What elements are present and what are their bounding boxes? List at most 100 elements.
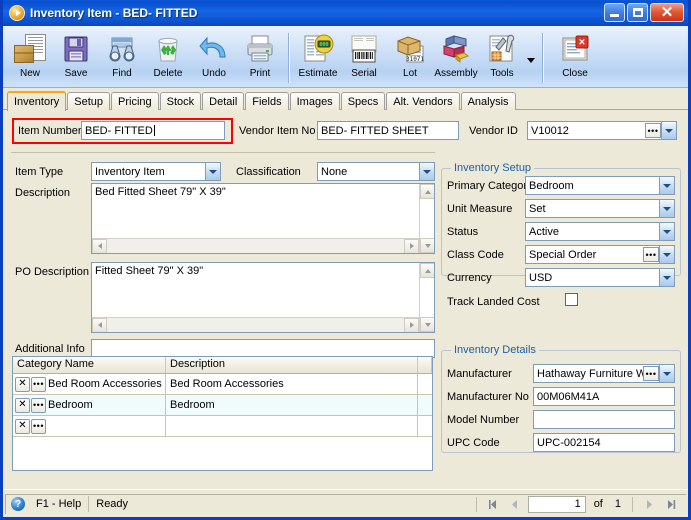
vendor-item-no-input[interactable]: BED- FITTED SHEET: [317, 121, 459, 140]
manufacturer-lookup-button[interactable]: •••: [643, 366, 659, 381]
po-description-vertical-scrollbar[interactable]: [419, 263, 434, 332]
currency-chevron-down-icon[interactable]: [659, 269, 674, 286]
toolbar-button-print[interactable]: Print: [237, 30, 283, 86]
description-memo[interactable]: Bed Fitted Sheet 79" X 39": [91, 183, 435, 254]
class-code-chevron-down-icon[interactable]: [659, 246, 674, 263]
table-row[interactable]: ✕ ••• Bedroom Bedroom: [13, 395, 432, 416]
description-vertical-scrollbar[interactable]: [419, 184, 434, 253]
row-category-name: Bed Room Accessories: [48, 378, 162, 390]
po-description-memo[interactable]: Fitted Sheet 79" X 39": [91, 262, 435, 333]
status-chevron-down-icon[interactable]: [659, 223, 674, 240]
tab-setup[interactable]: Setup: [67, 92, 110, 110]
tab-specs[interactable]: Specs: [340, 92, 386, 110]
tab-alt-vendors[interactable]: Alt. Vendors: [386, 92, 460, 110]
delete-row-icon[interactable]: ✕: [15, 418, 30, 434]
upc-code-input[interactable]: UPC-002154: [533, 433, 675, 452]
tabstrip: Inventory Setup Pricing Stock Detail Fie…: [7, 90, 688, 111]
class-code-lookup-button[interactable]: •••: [643, 247, 659, 262]
class-code-combo[interactable]: Special Order •••: [525, 245, 675, 264]
minimize-button[interactable]: [604, 3, 625, 22]
maximize-button[interactable]: [627, 3, 648, 22]
scroll-right-icon[interactable]: [404, 317, 419, 332]
scroll-right-icon[interactable]: [404, 238, 419, 253]
toolbar-button-close[interactable]: × Close: [549, 30, 601, 86]
row-category-cell[interactable]: ✕ ••• Bed Room Accessories: [13, 374, 166, 394]
item-type-chevron-down-icon[interactable]: [205, 163, 220, 180]
toolbar-button-save[interactable]: Save: [53, 30, 99, 86]
po-description-horizontal-scrollbar[interactable]: [92, 317, 419, 332]
toolbar-label-save: Save: [64, 68, 88, 79]
vendor-item-no-label: Vendor Item No: [239, 125, 316, 137]
first-page-icon[interactable]: [484, 496, 502, 512]
currency-combo[interactable]: USD: [525, 268, 675, 287]
previous-page-icon[interactable]: [506, 496, 524, 512]
toolbar-button-lot[interactable]: 31071 Lot: [387, 30, 433, 86]
toolbar-button-find[interactable]: Find: [99, 30, 145, 86]
toolbar-button-serial[interactable]: Serial: [341, 30, 387, 86]
scroll-up-icon[interactable]: [420, 263, 434, 278]
row-description-cell[interactable]: [166, 416, 418, 436]
track-landed-cost-label: Track Landed Cost: [447, 296, 540, 308]
next-page-icon[interactable]: [640, 496, 658, 512]
table-row[interactable]: ✕ ••• Bed Room Accessories Bed Room Acce…: [13, 374, 432, 395]
tab-stock[interactable]: Stock: [159, 92, 202, 110]
delete-row-icon[interactable]: ✕: [15, 397, 30, 413]
column-header-description[interactable]: Description: [166, 357, 418, 373]
scroll-up-icon[interactable]: [420, 184, 434, 199]
delete-row-icon[interactable]: ✕: [15, 376, 30, 392]
row-description-cell[interactable]: Bedroom: [166, 395, 418, 415]
table-row[interactable]: ✕ •••: [13, 416, 432, 437]
vendor-id-combo[interactable]: V10012 •••: [527, 121, 677, 140]
tab-pricing[interactable]: Pricing: [111, 92, 159, 110]
item-type-combo[interactable]: Inventory Item: [91, 162, 221, 181]
manufacturer-combo[interactable]: Hathaway Furniture W •••: [533, 364, 675, 383]
item-number-input[interactable]: BED- FITTED: [81, 121, 225, 140]
category-grid-header: Category Name Description: [13, 357, 432, 374]
classification-chevron-down-icon[interactable]: [419, 163, 434, 180]
scroll-left-icon[interactable]: [92, 238, 107, 253]
help-circle-icon[interactable]: ?: [11, 497, 25, 511]
scroll-down-icon[interactable]: [420, 317, 434, 332]
row-category-cell[interactable]: ✕ •••: [13, 416, 166, 436]
tab-inventory[interactable]: Inventory: [7, 91, 67, 111]
row-description-cell[interactable]: Bed Room Accessories: [166, 374, 418, 394]
column-header-category-name[interactable]: Category Name: [13, 357, 166, 373]
current-page-input[interactable]: 1: [527, 495, 586, 513]
item-type-label: Item Type: [15, 166, 64, 178]
primary-category-chevron-down-icon[interactable]: [659, 177, 674, 194]
lookup-row-icon[interactable]: •••: [31, 418, 46, 434]
toolbar-button-assembly[interactable]: Assembly: [433, 30, 479, 86]
tab-fields[interactable]: Fields: [245, 92, 289, 110]
vendor-id-lookup-button[interactable]: •••: [645, 123, 661, 138]
classification-combo[interactable]: None: [317, 162, 435, 181]
tab-analysis[interactable]: Analysis: [460, 92, 516, 110]
manufacturer-chevron-down-icon[interactable]: [659, 365, 674, 382]
track-landed-cost-checkbox[interactable]: [565, 293, 578, 306]
manufacturer-no-label: Manufacturer No: [447, 391, 529, 403]
tab-detail[interactable]: Detail: [202, 92, 245, 110]
vendor-id-chevron-down-icon[interactable]: [661, 122, 676, 139]
unit-measure-combo[interactable]: Set: [525, 199, 675, 218]
unit-measure-chevron-down-icon[interactable]: [659, 200, 674, 217]
primary-category-combo[interactable]: Bedroom: [525, 176, 675, 195]
help-text[interactable]: F1 - Help: [29, 496, 90, 512]
model-number-input[interactable]: [533, 410, 675, 429]
lookup-row-icon[interactable]: •••: [31, 397, 46, 413]
scroll-left-icon[interactable]: [92, 317, 107, 332]
description-horizontal-scrollbar[interactable]: [92, 238, 419, 253]
toolbar-overflow-chevron-down-icon[interactable]: [525, 30, 537, 86]
scroll-down-icon[interactable]: [420, 238, 434, 253]
toolbar-button-delete[interactable]: Delete: [145, 30, 191, 86]
category-grid[interactable]: Category Name Description ✕ ••• Bed Room…: [12, 356, 433, 471]
toolbar-button-new[interactable]: New: [7, 30, 53, 86]
tab-images[interactable]: Images: [289, 92, 340, 110]
toolbar-button-tools[interactable]: Tools: [479, 30, 525, 86]
lookup-row-icon[interactable]: •••: [31, 376, 46, 392]
toolbar-button-undo[interactable]: Undo: [191, 30, 237, 86]
status-combo[interactable]: Active: [525, 222, 675, 241]
toolbar-button-estimate[interactable]: 000 Estimate: [295, 30, 341, 86]
row-category-cell[interactable]: ✕ ••• Bedroom: [13, 395, 166, 415]
last-page-icon[interactable]: [662, 496, 680, 512]
close-button[interactable]: ✕: [650, 3, 684, 22]
manufacturer-no-input[interactable]: 00M06M41A: [533, 387, 675, 406]
